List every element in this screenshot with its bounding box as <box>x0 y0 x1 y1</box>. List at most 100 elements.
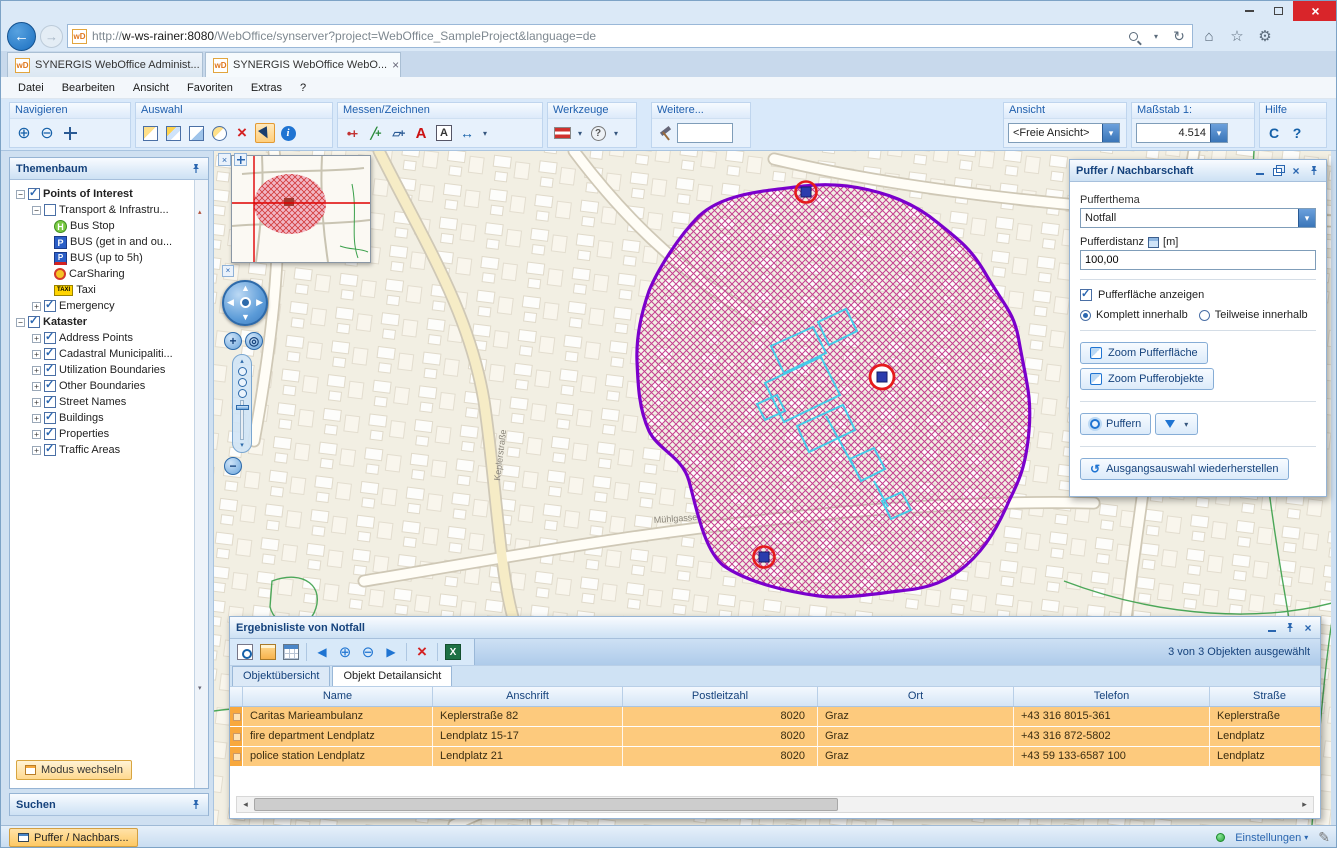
remove-selection-icon[interactable] <box>412 642 432 662</box>
overview-map[interactable] <box>231 155 371 263</box>
tree-item-label[interactable]: CarSharing <box>69 268 125 280</box>
slider-up-icon[interactable]: ▴ <box>240 358 244 365</box>
poi-marker-2[interactable] <box>870 365 894 389</box>
show-buffer-area-checkbox[interactable]: Pufferfläche anzeigen <box>1080 289 1316 301</box>
theme-tree-header[interactable]: Themenbaum <box>10 158 208 180</box>
expander-icon[interactable] <box>32 398 41 407</box>
next-object-icon[interactable] <box>381 642 401 662</box>
mode-switch-button[interactable]: Modus wechseln <box>16 760 132 780</box>
tree-item[interactable]: Other Boundaries <box>10 378 194 394</box>
search-icon[interactable] <box>1124 27 1142 45</box>
measure-point-icon[interactable] <box>342 123 362 143</box>
zoom-step-icon[interactable] <box>238 378 247 387</box>
zoom-in-icon[interactable] <box>14 123 34 143</box>
window-minimize-button[interactable] <box>1235 1 1264 21</box>
pin-icon[interactable] <box>1308 165 1320 177</box>
menu-item[interactable]: Favoriten <box>178 79 242 97</box>
column-header[interactable]: Telefon <box>1014 687 1210 706</box>
expander-icon[interactable] <box>32 446 41 455</box>
tree-item[interactable]: Properties <box>10 426 194 442</box>
select-line-icon[interactable] <box>186 123 206 143</box>
url-text[interactable]: http://w-ws-rainer:8080/WebOffice/synser… <box>92 29 1119 43</box>
radio-teilweise-innerhalb[interactable] <box>1199 310 1210 321</box>
tab-close-icon[interactable] <box>392 58 399 72</box>
zoom-step-icon[interactable] <box>238 367 247 376</box>
pan-center-icon[interactable] <box>240 297 251 308</box>
zoom-step-icon[interactable] <box>238 389 247 398</box>
scroll-left-icon[interactable]: ◂ <box>237 799 254 810</box>
tree-item-label[interactable]: Utilization Boundaries <box>59 364 165 376</box>
settings-menu[interactable]: Einstellungen <box>1235 832 1308 844</box>
layer-checkbox[interactable] <box>44 428 56 440</box>
layer-checkbox[interactable] <box>44 396 56 408</box>
zoom-out-icon[interactable]: − <box>224 457 242 475</box>
layer-checkbox[interactable] <box>44 300 56 312</box>
layer-checkbox[interactable] <box>44 348 56 360</box>
tree-scrollbar[interactable] <box>194 180 208 788</box>
expander-icon[interactable] <box>32 334 41 343</box>
tree-item[interactable]: P BUS (up to 5h) <box>10 250 194 266</box>
menu-item[interactable]: Datei <box>9 79 53 97</box>
puffern-button[interactable]: Puffern <box>1080 413 1151 435</box>
nav-close-icon[interactable] <box>222 265 234 277</box>
tool-help-icon[interactable]: ? <box>588 123 608 143</box>
tree-item-label[interactable]: Street Names <box>59 396 126 408</box>
row-marker[interactable] <box>230 707 243 726</box>
tree-item-label[interactable]: Buildings <box>59 412 104 424</box>
address-bar[interactable]: wD http://w-ws-rainer:8080/WebOffice/syn… <box>67 24 1193 48</box>
expander-icon[interactable] <box>32 414 41 423</box>
identify-result-icon[interactable] <box>235 642 255 662</box>
results-tab[interactable]: Objektübersicht <box>232 666 330 686</box>
buffer-distance-input[interactable] <box>1080 250 1316 270</box>
tree-item-label[interactable]: Traffic Areas <box>59 444 120 456</box>
table-row[interactable]: fire department LendplatzLendplatz 15-17… <box>230 727 1320 747</box>
tree-item-label[interactable]: Transport & Infrastru... <box>59 204 169 216</box>
scale-select[interactable]: 4.514 <box>1136 123 1228 143</box>
table-icon[interactable] <box>281 642 301 662</box>
search-dropdown-icon[interactable] <box>1147 27 1165 45</box>
zoom-buffer-objects-button[interactable]: Zoom Pufferobjekte <box>1080 368 1214 390</box>
browser-tab[interactable]: wD SYNERGIS WebOffice Administ... <box>7 52 203 77</box>
menu-item[interactable]: Ansicht <box>124 79 178 97</box>
zoom-box-icon[interactable]: ◎ <box>245 332 263 350</box>
select-circle-icon[interactable] <box>209 123 229 143</box>
radio-komplett-label[interactable]: Komplett innerhalb <box>1096 309 1188 321</box>
tree-item[interactable]: CarSharing <box>10 266 194 282</box>
expander-icon[interactable] <box>32 206 41 215</box>
results-header[interactable]: Ergebnisliste von Notfall <box>230 617 1320 639</box>
expander-icon[interactable] <box>32 430 41 439</box>
layer-checkbox[interactable] <box>44 412 56 424</box>
tree-item-label[interactable]: Other Boundaries <box>59 380 145 392</box>
restore-selection-button[interactable]: Ausgangsauswahl wiederherstellen <box>1080 458 1289 480</box>
menu-item[interactable]: Extras <box>242 79 291 97</box>
pan-west-icon[interactable]: ◀ <box>227 298 234 307</box>
pan-compass[interactable]: ▲ ▶ ▼ ◀ <box>222 280 268 326</box>
tree-item[interactable]: Utilization Boundaries <box>10 362 194 378</box>
tree-item-label[interactable]: Kataster <box>43 316 87 328</box>
scrollbar-thumb[interactable] <box>254 798 838 811</box>
tree-item[interactable]: Transport & Infrastru... <box>10 202 194 218</box>
settings-gear-icon[interactable]: ⚙ <box>1253 24 1277 48</box>
text-label-icon[interactable]: A <box>411 123 431 143</box>
buffer-panel-header[interactable]: Puffer / Nachbarschaft <box>1070 160 1326 182</box>
tree-item[interactable]: Address Points <box>10 330 194 346</box>
radio-teilweise-label[interactable]: Teilweise innerhalb <box>1215 309 1308 321</box>
scroll-up-icon[interactable] <box>198 208 202 216</box>
tree-item-label[interactable]: Address Points <box>59 332 133 344</box>
dimension-icon[interactable] <box>457 123 477 143</box>
column-header[interactable]: Name <box>243 687 433 706</box>
tree-item[interactable]: H Bus Stop <box>10 218 194 234</box>
scroll-right-icon[interactable]: ▸ <box>1296 799 1313 810</box>
menu-item[interactable]: Bearbeiten <box>53 79 124 97</box>
minimize-icon[interactable] <box>1266 622 1278 634</box>
row-marker[interactable] <box>230 727 243 746</box>
tree-item[interactable]: Emergency <box>10 298 194 314</box>
pan-icon[interactable] <box>60 123 80 143</box>
slider-track[interactable] <box>240 400 244 440</box>
layer-checkbox[interactable] <box>44 204 56 216</box>
chevron-down-icon[interactable] <box>611 123 621 143</box>
zoom-buffer-area-button[interactable]: Zoom Pufferfläche <box>1080 342 1208 364</box>
layer-checkbox[interactable] <box>44 332 56 344</box>
tree-item[interactable]: Buildings <box>10 410 194 426</box>
browser-back-button[interactable] <box>7 22 36 51</box>
